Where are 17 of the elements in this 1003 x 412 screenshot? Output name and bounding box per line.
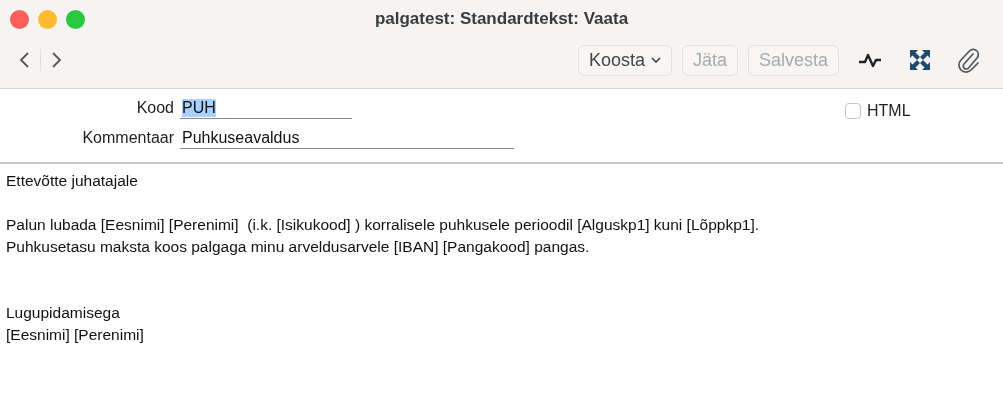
chevron-left-icon: [18, 50, 32, 70]
chevron-icon: [650, 57, 661, 63]
checkbox-label: HTML: [867, 102, 911, 120]
chevron-right-icon: [49, 50, 63, 70]
field-label: Kood: [135, 98, 175, 118]
text-line: Lugupidamisega: [6, 303, 121, 323]
compose-menu-button[interactable]: Koosta: [577, 44, 672, 76]
text-line: Palun lubada [Eesnimi] [Perenimi] (i.k. [Isikukood] ) korralisele puhkusele perioodil [Alguskp1] kuni [Lõppkp1].: [6, 215, 760, 235]
comment-field[interactable]: Puhkuseavaldus: [180, 127, 514, 149]
code-field[interactable]: PUH: [180, 97, 352, 119]
text-line: [Eesnimi] [Perenimi]: [6, 325, 145, 345]
close-button[interactable]: [10, 9, 29, 29]
html-checkbox[interactable]: [845, 103, 861, 119]
text-line: Ettevõtte juhatajale: [6, 171, 139, 191]
field-label: Kommentaar: [81, 128, 175, 148]
text-line: Puhkusetasu maksta koos palgaga minu arveldusarvele [IBAN] [Pangakood] pangas.: [6, 237, 591, 257]
window-title: palgatest: Standardtekst: Vaata: [374, 9, 629, 28]
